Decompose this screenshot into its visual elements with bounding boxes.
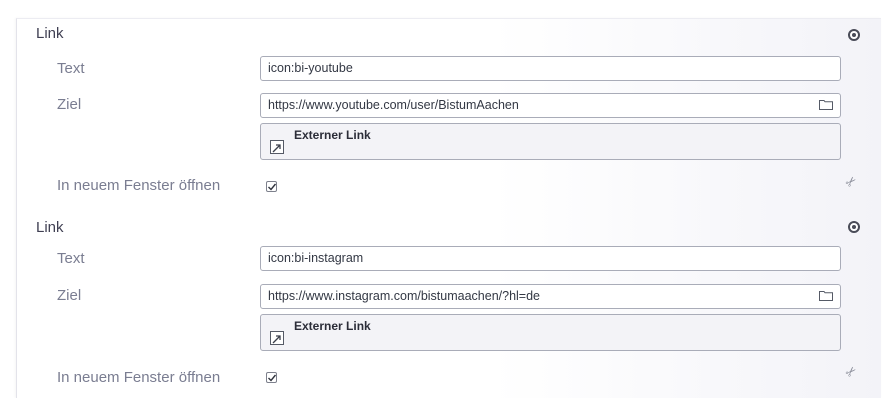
text-label-1: Text (57, 60, 85, 77)
section-title-link-2: Link (36, 219, 64, 236)
newwindow-label-1: In neuem Fenster öffnen (57, 177, 221, 194)
newwindow-checkbox-1[interactable] (266, 181, 277, 192)
ziel-input-1[interactable]: https://www.youtube.com/user/BistumAache… (260, 93, 841, 118)
text-input-value-1: icon:bi-youtube (268, 61, 353, 75)
radio-circle-icon[interactable] (848, 29, 860, 41)
checkmark-icon (268, 374, 277, 382)
ziel-label-1: Ziel (57, 96, 82, 113)
link-type-label-1: Externer Link (294, 128, 371, 142)
folder-icon[interactable] (819, 290, 833, 301)
external-link-icon (270, 140, 284, 154)
link-type-box-1[interactable]: Externer Link (260, 123, 841, 160)
text-input-2[interactable]: icon:bi-instagram (260, 246, 841, 271)
ziel-input-value-2: https://www.instagram.com/bistumaachen/?… (268, 289, 541, 303)
text-input-value-2: icon:bi-instagram (268, 251, 364, 265)
link-type-label-2: Externer Link (294, 319, 371, 333)
link-type-box-2[interactable]: Externer Link (260, 314, 841, 351)
ziel-input-value-1: https://www.youtube.com/user/BistumAache… (268, 98, 519, 112)
section-title-link-1: Link (36, 25, 64, 42)
newwindow-checkbox-2[interactable] (266, 372, 277, 383)
ziel-input-2[interactable]: https://www.instagram.com/bistumaachen/?… (260, 284, 841, 309)
radio-circle-icon[interactable] (848, 221, 860, 233)
folder-icon[interactable] (819, 99, 833, 110)
text-input-1[interactable]: icon:bi-youtube (260, 56, 841, 81)
newwindow-label-2: In neuem Fenster öffnen (57, 369, 221, 386)
external-link-icon (270, 331, 284, 345)
ziel-label-2: Ziel (57, 287, 82, 304)
checkmark-icon (268, 183, 277, 191)
text-label-2: Text (57, 250, 85, 267)
